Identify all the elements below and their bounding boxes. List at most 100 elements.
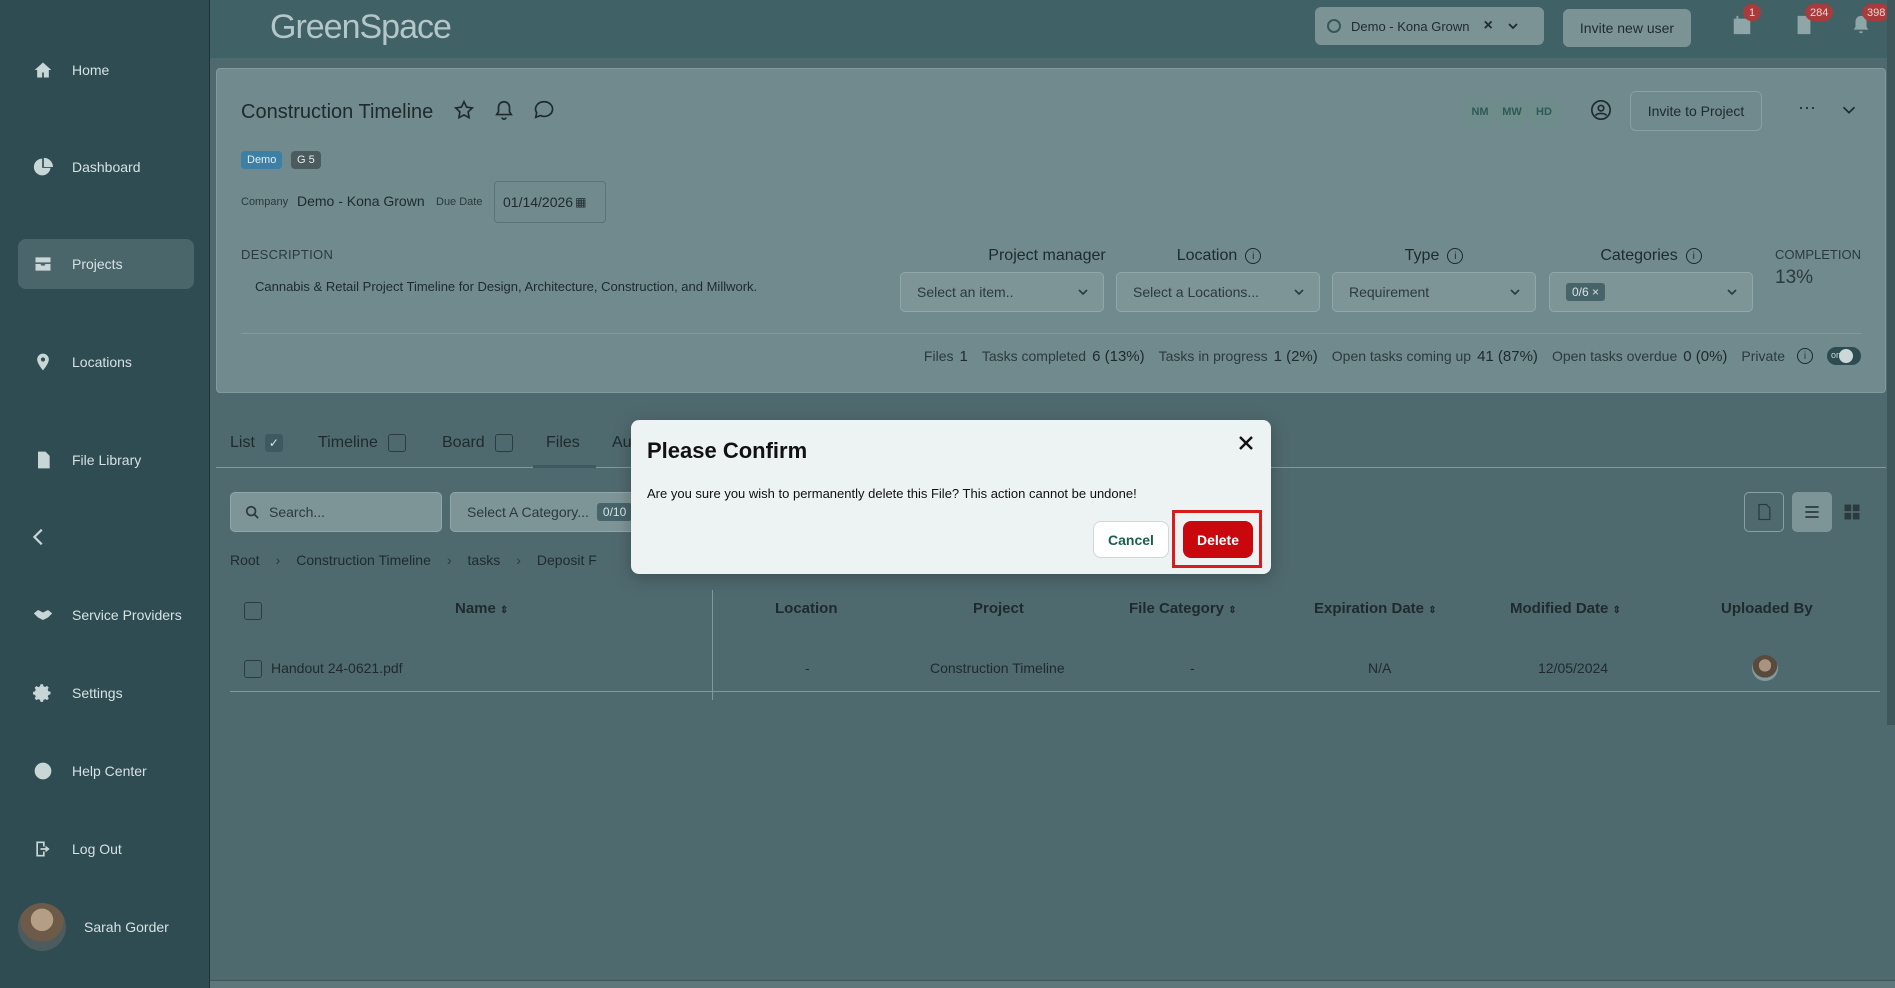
clear-icon[interactable]: ×: [1484, 17, 1493, 35]
sort-icon: ⇕: [500, 605, 509, 616]
search-input[interactable]: Search...: [230, 492, 442, 532]
breadcrumb-item[interactable]: tasks: [468, 552, 501, 568]
column-project: Project: [973, 600, 1024, 617]
column-file-category[interactable]: File Category ⇕: [1129, 600, 1237, 617]
column-modified-date[interactable]: Modified Date ⇕: [1510, 600, 1621, 617]
checkbox-icon[interactable]: [494, 434, 513, 452]
organization-selector[interactable]: Demo - Kona Grown ×: [1315, 7, 1544, 45]
row-checkbox[interactable]: [244, 660, 262, 678]
grid-view-button[interactable]: [1832, 492, 1872, 532]
favorite-button[interactable]: [453, 99, 479, 125]
location-value: Select a Locations...: [1133, 284, 1260, 300]
column-name[interactable]: Name ⇕: [455, 600, 508, 617]
confirm-dialog: Please Confirm Are you sure you wish to …: [631, 420, 1271, 574]
cancel-button[interactable]: Cancel: [1093, 521, 1169, 558]
sidebar-item-help-center[interactable]: Help Center: [18, 746, 194, 796]
tab-label: List: [230, 434, 255, 451]
upload-file-button[interactable]: [1744, 492, 1784, 532]
comments-button[interactable]: [533, 99, 559, 125]
sidebar-item-log-out[interactable]: Log Out: [18, 824, 194, 874]
chat-bubble-icon: [534, 100, 554, 119]
checkbox-icon[interactable]: [387, 434, 406, 452]
calendar-button[interactable]: 1: [1731, 4, 1761, 38]
chevron-down-icon: [1727, 289, 1737, 296]
categories-chip[interactable]: 0/6 ×: [1566, 283, 1606, 301]
tab-label: Board: [442, 434, 485, 451]
notifications-button[interactable]: 398: [1850, 4, 1891, 38]
sidebar-item-dashboard[interactable]: Dashboard: [18, 142, 194, 192]
column-expiration-date[interactable]: Expiration Date ⇕: [1314, 600, 1437, 617]
sort-icon: ⇕: [1612, 605, 1621, 616]
info-icon[interactable]: i: [1447, 248, 1464, 264]
chevron-down-icon: [1842, 106, 1856, 114]
sort-icon: ⇕: [1428, 605, 1437, 616]
pie-chart-icon: [32, 156, 54, 178]
member-avatar[interactable]: HD: [1525, 93, 1563, 131]
file-name[interactable]: Handout 24-0621.pdf: [271, 660, 403, 676]
scrollbar[interactable]: [1887, 0, 1895, 725]
list-view-button[interactable]: [1792, 492, 1832, 532]
sidebar-item-home[interactable]: Home: [18, 45, 194, 95]
file-modified: 12/05/2024: [1538, 660, 1609, 676]
column-uploaded-by: Uploaded By: [1721, 600, 1813, 617]
collapse-sidebar-button[interactable]: [28, 526, 50, 548]
sidebar-item-settings[interactable]: Settings: [18, 668, 194, 718]
sidebar-item-label: Projects: [72, 256, 123, 272]
file-upload-icon: [1758, 503, 1771, 521]
dialog-title: Please Confirm: [647, 438, 808, 463]
description-text: Cannabis & Retail Project Timeline for D…: [255, 279, 758, 294]
select-all-checkbox[interactable]: [244, 602, 262, 620]
info-icon[interactable]: i: [1685, 248, 1702, 264]
private-toggle[interactable]: on: [1827, 347, 1861, 365]
open-tasks-overdue-value: 0 (0%): [1683, 347, 1728, 365]
sidebar-item-projects[interactable]: Projects: [18, 239, 194, 289]
type-select[interactable]: Requirement: [1332, 272, 1536, 312]
info-icon[interactable]: i: [1245, 248, 1262, 264]
close-dialog-button[interactable]: [1237, 434, 1257, 454]
categories-select[interactable]: 0/6 ×: [1549, 272, 1753, 312]
project-manager-select[interactable]: Select an item..: [900, 272, 1104, 312]
invite-to-project-button[interactable]: Invite to Project: [1630, 91, 1762, 131]
category-select[interactable]: Select A Category... 0/10: [450, 492, 650, 532]
add-member-button[interactable]: [1590, 99, 1616, 125]
files-count: 1: [959, 347, 968, 365]
tasks-completed-value: 6 (13%): [1092, 347, 1145, 365]
categories-label-text: Categories: [1600, 247, 1678, 264]
sidebar-item-locations[interactable]: Locations: [18, 337, 194, 387]
tab-audit[interactable]: Au: [612, 434, 632, 452]
project-members[interactable]: NM MW HD: [1461, 93, 1563, 131]
tag-g5: G 5: [291, 151, 321, 169]
breadcrumb-item[interactable]: Deposit F: [537, 552, 597, 568]
tab-board[interactable]: Board: [442, 434, 513, 452]
description-label: DESCRIPTION: [241, 247, 334, 262]
sidebar-item-label: File Library: [72, 452, 142, 468]
tab-files[interactable]: Files: [546, 434, 580, 452]
tab-timeline[interactable]: Timeline: [318, 434, 406, 452]
due-date-field[interactable]: 01/14/2026 ▦: [494, 181, 606, 223]
collapse-card-button[interactable]: [1838, 99, 1864, 125]
location-select[interactable]: Select a Locations...: [1116, 272, 1320, 312]
table-row[interactable]: Handout 24-0621.pdf - Construction Timel…: [230, 646, 1880, 692]
delete-button[interactable]: Delete: [1183, 521, 1253, 558]
user-profile[interactable]: Sarah Gorder: [18, 902, 198, 952]
more-options-button[interactable]: ···: [1798, 97, 1824, 123]
open-tasks-upcoming-value: 41 (87%): [1477, 347, 1538, 365]
tab-list[interactable]: List ✓: [230, 434, 283, 452]
column-file-category-label: File Category: [1129, 600, 1225, 617]
breadcrumb-item[interactable]: Root: [230, 552, 260, 568]
checkbox-checked-icon[interactable]: ✓: [264, 434, 283, 452]
top-bar: GreenSpace Demo - Kona Grown × Invite ne…: [210, 0, 1895, 58]
app-logo[interactable]: GreenSpace: [270, 8, 452, 47]
invite-new-user-button[interactable]: Invite new user: [1563, 9, 1691, 47]
breadcrumb-item[interactable]: Construction Timeline: [296, 552, 431, 568]
sidebar-item-service-providers[interactable]: Service Providers: [18, 590, 194, 640]
documents-button[interactable]: 284: [1793, 4, 1834, 38]
user-name: Sarah Gorder: [84, 919, 169, 935]
uploader-avatar[interactable]: [1752, 655, 1778, 681]
type-label: Type i: [1332, 247, 1536, 265]
sidebar-item-file-library[interactable]: File Library: [18, 435, 194, 485]
subscribe-button[interactable]: [493, 99, 519, 125]
file-category: -: [1190, 660, 1195, 676]
category-placeholder: Select A Category...: [467, 504, 589, 520]
info-icon[interactable]: i: [1797, 348, 1813, 364]
